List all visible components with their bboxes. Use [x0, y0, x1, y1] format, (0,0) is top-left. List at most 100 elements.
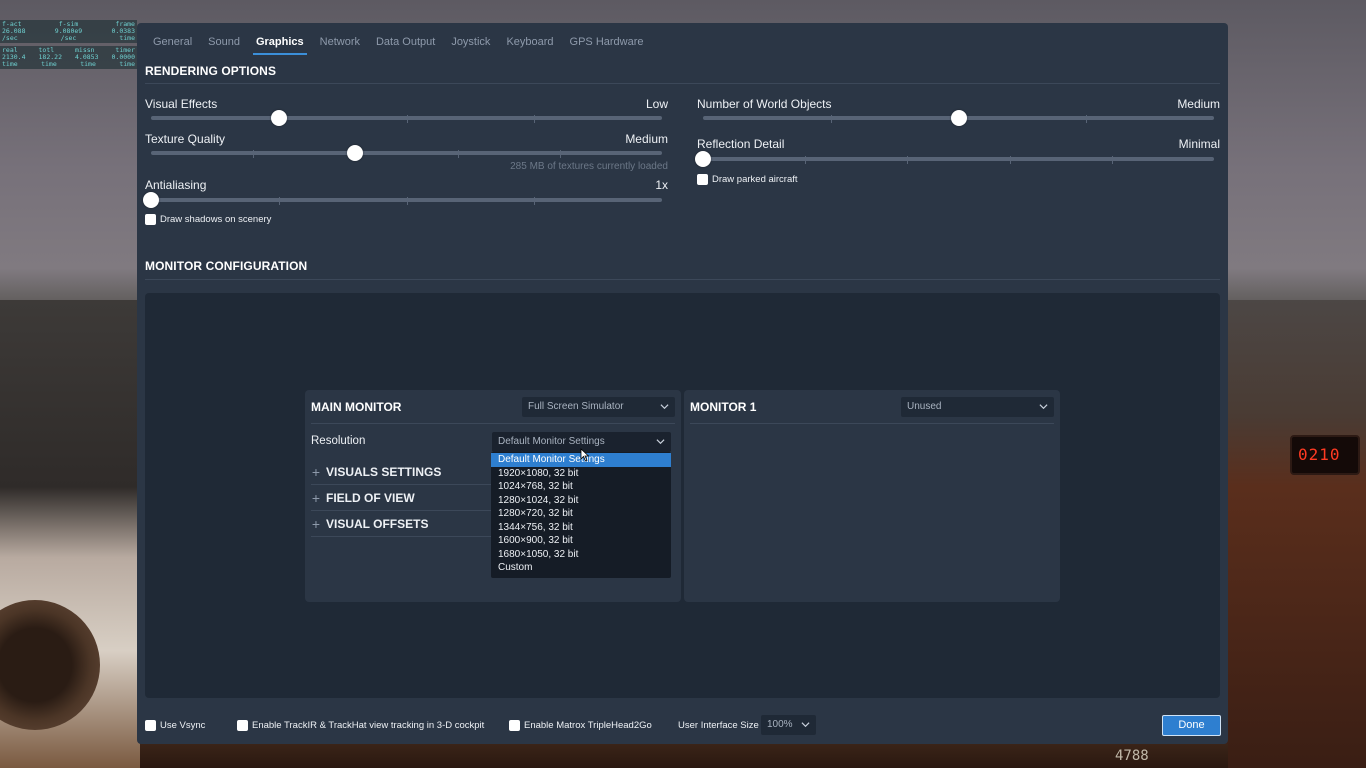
slider-tick — [278, 197, 280, 205]
draw-shadows-checkbox[interactable]: Draw shadows on scenery — [145, 214, 271, 225]
stat-unit: /sec — [2, 34, 18, 42]
divider — [311, 510, 492, 511]
tab-graphics[interactable]: Graphics — [248, 23, 312, 55]
ui-size-label: User Interface Size — [678, 720, 759, 731]
resolution-option[interactable]: 1680×1050, 32 bit — [491, 548, 671, 562]
resolution-option[interactable]: 1024×768, 32 bit — [491, 480, 671, 494]
background-radio-digits: 0210 — [1298, 445, 1341, 464]
antialiasing-slider[interactable] — [143, 192, 662, 208]
resolution-option[interactable]: Custom — [491, 561, 671, 575]
chevron-down-icon — [801, 722, 810, 728]
tab-joystick[interactable]: Joystick — [443, 23, 498, 53]
draw-parked-aircraft-checkbox[interactable]: Draw parked aircraft — [697, 174, 798, 185]
checkbox-box[interactable] — [697, 174, 708, 185]
checkbox-box[interactable] — [509, 720, 520, 731]
slider-tick — [830, 115, 832, 123]
stat-unit: /sec — [60, 34, 77, 42]
stats-block-time: real totl missn timer 2130.4 182.22 4.08… — [0, 46, 137, 69]
visual-offsets-expander[interactable]: + VISUAL OFFSETS — [311, 516, 429, 532]
texture-quality-slider[interactable] — [151, 145, 662, 161]
matrox-label: Enable Matrox TripleHead2Go — [524, 720, 652, 731]
trackir-label: Enable TrackIR & TrackHat view tracking … — [252, 720, 485, 731]
ui-size-select[interactable]: 100% — [761, 715, 816, 735]
monitor-1-panel: MONITOR 1 Unused — [684, 390, 1060, 602]
divider — [145, 279, 1220, 280]
mouse-cursor-icon — [580, 448, 590, 462]
background-transponder-digits: 4788 — [1115, 748, 1149, 764]
slider-tick — [457, 150, 459, 158]
monitor-configuration-heading: MONITOR CONFIGURATION — [145, 259, 308, 273]
reflection-detail-setting: Reflection Detail Minimal — [695, 137, 1220, 167]
draw-parked-aircraft-label: Draw parked aircraft — [712, 174, 798, 185]
visual-offsets-label: VISUAL OFFSETS — [326, 517, 429, 531]
checkbox-box[interactable] — [237, 720, 248, 731]
checkbox-box[interactable] — [145, 214, 156, 225]
visuals-settings-label: VISUALS SETTINGS — [326, 465, 442, 479]
stats-units: /sec /sec time — [2, 35, 135, 42]
stats-block-frame: f-act f-sim frame 26.088 9.080e9 0.0383 … — [0, 20, 137, 43]
visual-effects-label: Visual Effects — [145, 97, 218, 111]
slider-tick — [559, 150, 561, 158]
resolution-value: Default Monitor Settings — [498, 436, 605, 447]
slider-tick — [534, 115, 536, 123]
tab-sound[interactable]: Sound — [200, 23, 248, 53]
stat-unit: time — [2, 60, 18, 68]
use-vsync-checkbox[interactable]: Use Vsync — [145, 720, 205, 731]
divider — [690, 423, 1054, 424]
monitor-1-title: MONITOR 1 — [690, 400, 757, 414]
slider-tick — [1086, 115, 1088, 123]
main-monitor-mode-select[interactable]: Full Screen Simulator — [522, 397, 675, 417]
slider-tick — [534, 197, 536, 205]
monitor-1-mode-value: Unused — [907, 401, 942, 412]
monitor-1-mode-select[interactable]: Unused — [901, 397, 1054, 417]
field-of-view-expander[interactable]: + FIELD OF VIEW — [311, 490, 415, 506]
visuals-settings-expander[interactable]: + VISUALS SETTINGS — [311, 464, 441, 480]
resolution-dropdown-list: Default Monitor Settings 1920×1080, 32 b… — [491, 452, 671, 578]
divider — [311, 484, 492, 485]
slider-tick — [907, 156, 909, 164]
framerate-stats-overlay: f-act f-sim frame 26.088 9.080e9 0.0383 … — [0, 20, 137, 72]
visual-effects-value: Low — [645, 97, 668, 111]
tab-gps-hardware[interactable]: GPS Hardware — [562, 23, 652, 53]
stat-unit: time — [80, 60, 96, 68]
visual-effects-slider[interactable] — [151, 110, 662, 126]
use-vsync-label: Use Vsync — [160, 720, 206, 731]
visual-effects-slider-thumb[interactable] — [270, 110, 287, 126]
divider — [145, 83, 1220, 84]
world-objects-slider-thumb[interactable] — [950, 110, 967, 126]
texture-quality-label: Texture Quality — [145, 132, 226, 146]
resolution-option[interactable]: 1280×1024, 32 bit — [491, 494, 671, 508]
slider-tick — [253, 150, 255, 158]
plus-icon: + — [311, 490, 321, 506]
reflection-detail-value: Minimal — [1178, 137, 1220, 151]
background-dashboard — [140, 744, 1228, 768]
resolution-option[interactable]: 1600×900, 32 bit — [491, 534, 671, 548]
settings-dialog: General Sound Graphics Network Data Outp… — [137, 23, 1228, 744]
matrox-checkbox[interactable]: Enable Matrox TripleHead2Go — [509, 720, 652, 731]
slider-tick — [1111, 156, 1113, 164]
field-of-view-label: FIELD OF VIEW — [326, 491, 415, 505]
reflection-detail-slider-thumb[interactable] — [695, 151, 711, 167]
main-monitor-title: MAIN MONITOR — [311, 400, 402, 414]
stat-unit: time — [119, 60, 135, 68]
texture-quality-value: Medium — [625, 132, 668, 146]
tab-data-output[interactable]: Data Output — [368, 23, 443, 53]
antialiasing-slider-thumb[interactable] — [143, 192, 159, 208]
resolution-option[interactable]: 1920×1080, 32 bit — [491, 467, 671, 481]
reflection-detail-slider[interactable] — [695, 151, 1214, 167]
texture-memory-note: 285 MB of textures currently loaded — [510, 161, 668, 172]
done-button[interactable]: Done — [1162, 715, 1221, 736]
stat-unit: time — [119, 34, 135, 42]
tab-general[interactable]: General — [145, 23, 200, 53]
tab-network[interactable]: Network — [312, 23, 368, 53]
resolution-option[interactable]: 1280×720, 32 bit — [491, 507, 671, 521]
slider-tick — [1009, 156, 1011, 164]
trackir-checkbox[interactable]: Enable TrackIR & TrackHat view tracking … — [237, 720, 484, 731]
world-objects-slider[interactable] — [703, 110, 1214, 126]
resolution-option[interactable]: 1344×756, 32 bit — [491, 521, 671, 535]
checkbox-box[interactable] — [145, 720, 156, 731]
texture-quality-slider-thumb[interactable] — [347, 145, 364, 161]
reflection-detail-label: Reflection Detail — [697, 137, 785, 151]
tab-keyboard[interactable]: Keyboard — [498, 23, 561, 53]
rendering-options-heading: RENDERING OPTIONS — [145, 64, 277, 78]
